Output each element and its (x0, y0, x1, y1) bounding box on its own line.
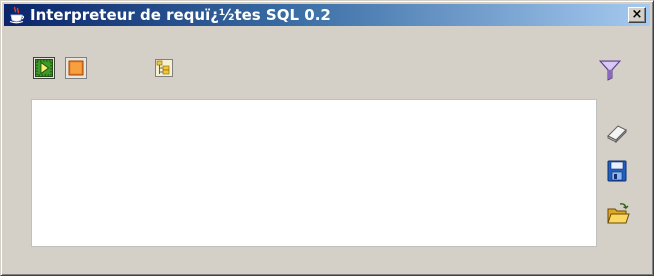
eraser-icon (607, 125, 627, 144)
stop-icon (65, 57, 87, 79)
tree-view-icon (155, 59, 173, 77)
title-bar[interactable]: Interpreteur de requï¿½tes SQL 0.2 × (4, 4, 650, 26)
filter-button[interactable] (597, 57, 623, 83)
window-title: Interpreteur de requï¿½tes SQL 0.2 (30, 6, 331, 24)
execute-icon (33, 57, 55, 79)
floppy-disk-icon (607, 160, 627, 182)
run-query-button[interactable] (33, 57, 55, 79)
save-button[interactable] (605, 159, 629, 183)
java-cup-icon (8, 6, 26, 24)
schema-tree-button[interactable] (153, 57, 175, 79)
clear-button[interactable] (605, 121, 629, 145)
query-editor[interactable] (31, 99, 597, 247)
open-button[interactable] (605, 201, 631, 227)
open-folder-icon (607, 203, 630, 224)
close-button[interactable]: × (628, 7, 646, 23)
stop-query-button[interactable] (65, 57, 87, 79)
funnel-filter-icon (598, 60, 622, 81)
app-window: Interpreteur de requï¿½tes SQL 0.2 × (0, 0, 654, 276)
